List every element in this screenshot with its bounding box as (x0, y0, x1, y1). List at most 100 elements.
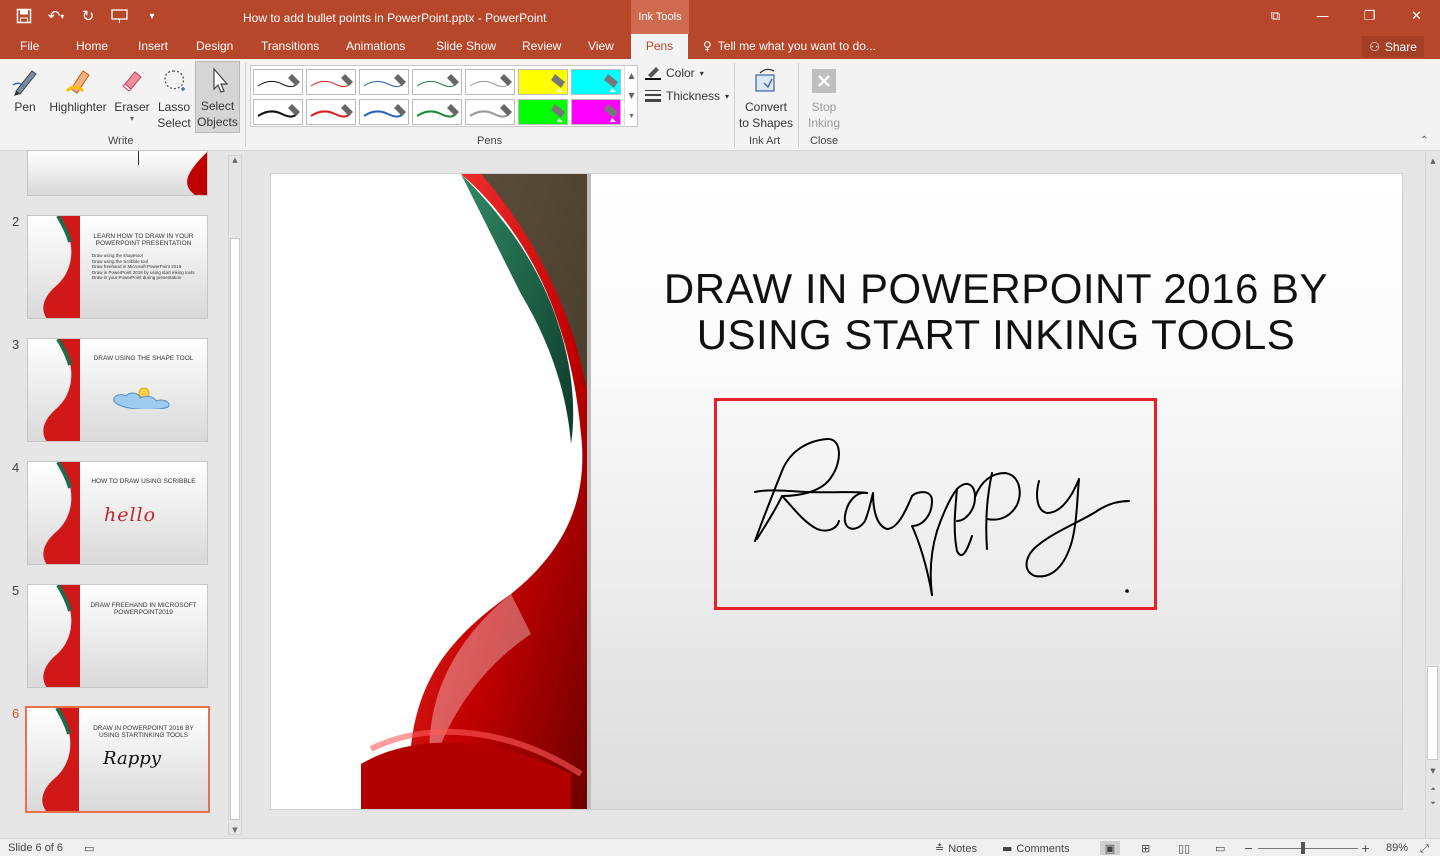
tab-design[interactable]: Design (196, 39, 233, 53)
handwritten-ink-rappy[interactable] (717, 401, 1154, 607)
ribbon-display-options-icon[interactable]: ⧉ (1252, 0, 1299, 32)
tab-pens[interactable]: Pens (631, 34, 688, 59)
thumb-ink-text: hello (104, 504, 157, 526)
gallery-scroll-down-icon[interactable]: ▼ (624, 86, 638, 105)
pen-swatch-black-thick[interactable] (253, 99, 303, 125)
scroll-up-icon[interactable]: ▲ (229, 156, 241, 164)
eraser-button[interactable]: Eraser ▾ (112, 63, 152, 123)
lasso-select-button[interactable]: Lasso Select (154, 63, 194, 131)
highlighter-swatch-yellow[interactable] (518, 69, 568, 95)
previous-slide-icon[interactable]: ⏶ (1426, 785, 1440, 794)
tell-me-box[interactable]: ♀ Tell me what you want to do... (703, 39, 876, 53)
slide-show-icon[interactable]: ▭ (1215, 842, 1225, 855)
highlighter-swatch-green[interactable] (518, 99, 568, 125)
tab-animations[interactable]: Animations (346, 39, 405, 53)
comments-button[interactable]: ▬ Comments (1002, 842, 1070, 855)
zoom-level[interactable]: 89% (1386, 842, 1408, 854)
slide-sorter-icon[interactable]: ⊞ (1141, 842, 1150, 855)
thumb-number: 2 (12, 214, 20, 229)
gallery-scroll-up-icon[interactable]: ▲ (624, 66, 638, 85)
pen-swatch-green-thin[interactable] (412, 69, 462, 95)
scroll-down-icon[interactable]: ▼ (1426, 767, 1440, 775)
ink-drawing-selection[interactable] (714, 398, 1157, 610)
thumb-bullet: Draw in your PowerPoint during presentat… (92, 275, 182, 280)
scroll-down-icon[interactable]: ▼ (229, 826, 241, 834)
zoom-slider-thumb[interactable] (1301, 842, 1305, 854)
fit-to-window-icon[interactable]: ⤢ (1420, 842, 1429, 856)
eraser-icon (112, 63, 152, 99)
pen-swatch-gray-thin[interactable] (465, 69, 515, 95)
stop-inking-button[interactable]: Stop Inking (802, 63, 846, 131)
thumb-title: DRAW USING THE SHAPE TOOL (93, 355, 194, 362)
slide-title[interactable]: DRAW IN POWERPOINT 2016 BY USING START I… (661, 266, 1331, 358)
pen-swatch-red-thick[interactable] (306, 99, 356, 125)
customize-qat-icon[interactable]: ▾ (142, 6, 162, 26)
ink-tools-context-label: Ink Tools (631, 0, 689, 34)
thumb-title: HOW TO DRAW USING SCRIBBLE (91, 478, 196, 485)
slide-thumbnail-6-selected[interactable]: DRAW IN POWERPOINT 2016 BY USING STARTIN… (25, 706, 210, 813)
select-objects-button[interactable]: Select Objects (195, 61, 240, 133)
thickness-dropdown[interactable]: Thickness ▾ (645, 89, 729, 103)
start-from-beginning-icon[interactable] (110, 6, 130, 26)
status-bar: Slide 6 of 6 ▭ ≛ Notes ▬ Comments ▣ ⊞ ▯▯ ▭… (0, 838, 1440, 856)
pen-swatch-blue-thin[interactable] (359, 69, 409, 95)
slide-thumbnail-1[interactable] (27, 150, 208, 196)
notes-button[interactable]: ≛ Notes (935, 842, 977, 855)
gallery-more-icon[interactable]: ▾ (624, 106, 638, 127)
share-button[interactable]: ⚇ Share (1362, 36, 1424, 57)
minimize-icon[interactable]: — (1299, 0, 1346, 32)
color-dropdown[interactable]: Color ▾ (645, 66, 704, 80)
tab-insert[interactable]: Insert (138, 39, 168, 53)
slide-thumbnail-3[interactable]: DRAW USING THE SHAPE TOOL (27, 338, 208, 442)
convert-label-line2: to Shapes (738, 116, 794, 130)
slide-thumbnail-2[interactable]: LEARN HOW TO DRAW IN YOUR POWERPOINT PRE… (27, 215, 208, 319)
pen-swatch-gray-thick[interactable] (465, 99, 515, 125)
pens-group-label: Pens (477, 135, 503, 147)
convert-to-shapes-button[interactable]: Convert to Shapes (738, 63, 794, 131)
select-objects-label-line1: Select (200, 99, 235, 113)
pen-swatch-green-thick[interactable] (412, 99, 462, 125)
zoom-in-icon[interactable]: + (1361, 842, 1370, 855)
reading-view-icon[interactable]: ▯▯ (1178, 842, 1190, 855)
zoom-slider[interactable] (1258, 848, 1358, 849)
redo-icon[interactable]: ↻ (78, 6, 98, 26)
pen-icon (8, 63, 42, 99)
pen-button[interactable]: Pen (8, 63, 42, 115)
normal-view-icon[interactable]: ▣ (1100, 841, 1120, 855)
spell-check-icon[interactable]: ▭ (84, 842, 94, 855)
highlighter-swatch-magenta[interactable] (571, 99, 621, 125)
scroll-thumb[interactable] (1427, 666, 1438, 760)
restore-icon[interactable]: ❐ (1346, 0, 1393, 32)
save-icon[interactable] (14, 6, 34, 26)
pen-swatch-blue-thick[interactable] (359, 99, 409, 125)
tab-review[interactable]: Review (522, 39, 561, 53)
tab-view[interactable]: View (588, 39, 614, 53)
tab-slide-show[interactable]: Slide Show (436, 39, 496, 53)
highlighter-button[interactable]: Highlighter (46, 63, 110, 115)
tab-home[interactable]: Home (76, 39, 108, 53)
zoom-out-icon[interactable]: − (1244, 842, 1253, 855)
undo-icon[interactable]: ↶ ▾ (46, 6, 66, 26)
lightbulb-icon: ♀ (703, 39, 712, 53)
thumb-ink-text: Rappy (103, 748, 161, 769)
thumb-number: 5 (12, 583, 20, 598)
next-slide-icon[interactable]: ⏷ (1426, 799, 1440, 808)
thickness-label: Thickness (666, 89, 721, 103)
tab-transitions[interactable]: Transitions (261, 39, 319, 53)
highlighter-swatch-cyan[interactable] (571, 69, 621, 95)
slide-thumbnail-5[interactable]: DRAW FREEHAND IN MICROSOFT POWERPOINT201… (27, 584, 208, 688)
pen-swatch-red-thin[interactable] (306, 69, 356, 95)
pens-gallery: ▲ ▼ ▾ (250, 65, 638, 127)
close-icon[interactable]: ✕ (1393, 0, 1440, 32)
scroll-up-icon[interactable]: ▲ (1426, 157, 1440, 165)
notes-icon: ≛ (935, 842, 945, 855)
eraser-dropdown-icon[interactable]: ▾ (112, 115, 152, 123)
pen-swatch-black-thin[interactable] (253, 69, 303, 95)
current-slide[interactable]: DRAW IN POWERPOINT 2016 BY USING START I… (270, 173, 1403, 810)
scroll-thumb[interactable] (230, 238, 240, 820)
collapse-ribbon-icon[interactable]: ⌃ (1420, 135, 1428, 146)
thumbnail-scrollbar[interactable]: ▲ ▼ (228, 155, 242, 835)
editor-vertical-scrollbar[interactable]: ▲ ▼ ⏶ ⏷ (1425, 151, 1440, 838)
slide-thumbnail-4[interactable]: HOW TO DRAW USING SCRIBBLE hello (27, 461, 208, 565)
tab-file[interactable]: File (20, 39, 39, 53)
